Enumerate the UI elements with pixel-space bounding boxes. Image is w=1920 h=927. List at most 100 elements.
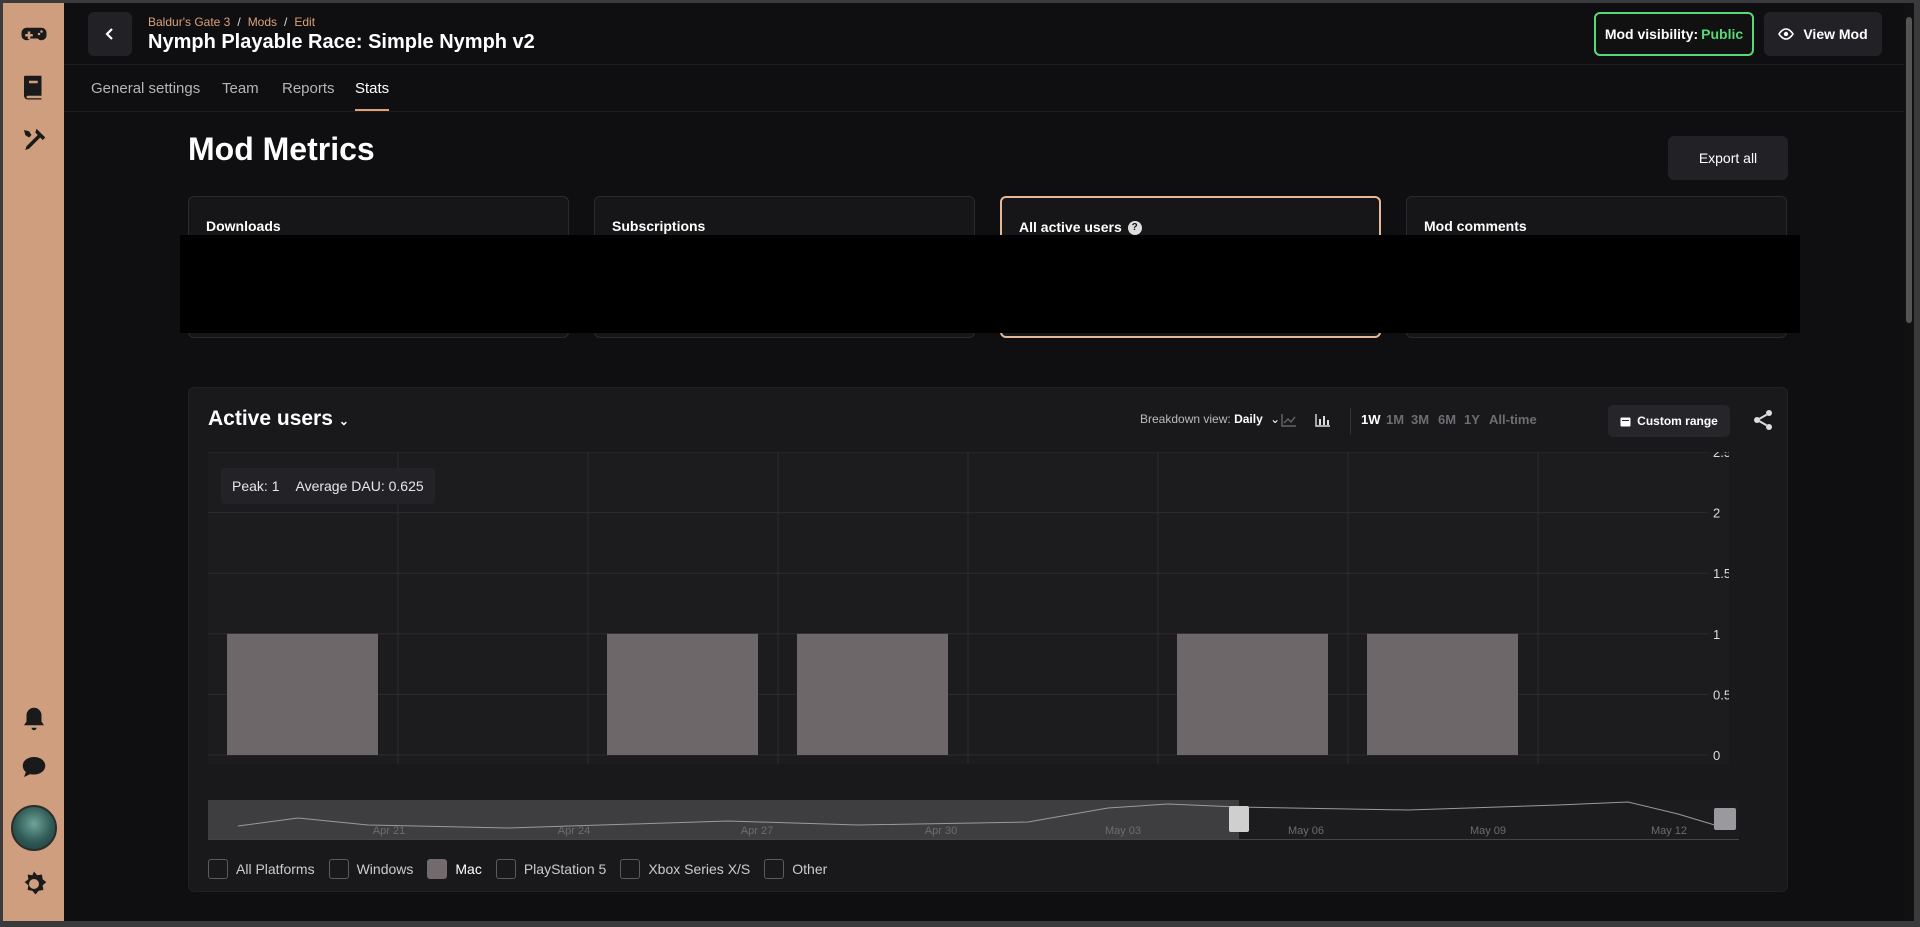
line-chart-icon[interactable] xyxy=(1281,413,1297,427)
checkbox[interactable] xyxy=(427,859,448,879)
chart-bar xyxy=(797,633,948,755)
chart-bar xyxy=(1367,633,1518,755)
scroll-thumb[interactable] xyxy=(1906,17,1912,323)
legend-other[interactable]: Other xyxy=(764,859,827,879)
navigator-mask xyxy=(208,800,1239,840)
bar-chart-icon[interactable] xyxy=(1315,413,1331,427)
peak-value: Peak: 1 xyxy=(232,478,280,494)
y-tick-label: 1 xyxy=(1713,627,1720,642)
y-tick-label: 0.5 xyxy=(1713,687,1729,702)
tab-stats[interactable]: Stats xyxy=(355,80,390,111)
help-icon[interactable]: ? xyxy=(1127,221,1142,236)
chevron-left-icon xyxy=(105,28,113,40)
tab-team[interactable]: Team xyxy=(222,80,259,109)
navigator-handle-left xyxy=(1229,806,1249,832)
navigator-label: Apr 21 xyxy=(373,825,405,837)
divider xyxy=(1350,408,1351,434)
legend-label: Other xyxy=(792,861,828,877)
page-title: Nymph Playable Race: Simple Nymph v2 xyxy=(148,31,535,53)
chart-svg: 00.511.522.5May 05May 06May 07May 08May … xyxy=(208,452,1729,764)
range-6m[interactable]: 6M xyxy=(1438,412,1456,427)
book-icon[interactable] xyxy=(17,70,51,104)
chart-bar xyxy=(1177,633,1328,755)
range-all-time[interactable]: All-time xyxy=(1489,412,1537,427)
breadcrumb-mods[interactable]: Mods xyxy=(248,15,277,29)
eye-icon xyxy=(1778,28,1795,40)
y-tick-label: 1.5 xyxy=(1713,566,1729,581)
breakdown-label: Breakdown view: xyxy=(1140,412,1231,426)
export-all-button[interactable]: Export all xyxy=(1668,136,1788,180)
range-3m[interactable]: 3M xyxy=(1411,412,1429,427)
modio-logo-icon[interactable] xyxy=(17,867,51,901)
checkbox[interactable] xyxy=(328,859,349,879)
chevron-down-icon: ⌄ xyxy=(1270,412,1281,426)
legend-all-platforms[interactable]: All Platforms xyxy=(208,859,315,879)
range-1y[interactable]: 1Y xyxy=(1464,412,1480,427)
navigator-handle-right xyxy=(1714,808,1736,830)
navigator-label: May 06 xyxy=(1288,825,1324,837)
navigator-label: Apr 27 xyxy=(741,825,773,837)
legend-label: Xbox Series X/S xyxy=(648,861,751,877)
content-title: Mod Metrics xyxy=(188,131,375,167)
active-users-panel: Active users ⌄ Breakdown view: Daily ⌄ 1W… xyxy=(188,387,1788,892)
checkbox[interactable] xyxy=(764,859,785,879)
header: Baldur's Gate 3/Mods / Edit Nymph Playable… xyxy=(64,3,1914,65)
gamepad-icon[interactable] xyxy=(17,17,51,51)
back-button[interactable] xyxy=(88,12,132,56)
tools-icon[interactable] xyxy=(17,123,51,157)
bar-chart: 00.511.522.5May 05May 06May 07May 08May … xyxy=(208,452,1729,764)
scrollbar[interactable] xyxy=(1904,3,1914,921)
bell-icon[interactable] xyxy=(17,702,51,736)
legend-mac[interactable]: Mac xyxy=(427,859,482,879)
legend-label: Mac xyxy=(455,861,482,877)
navigator-label: Apr 30 xyxy=(925,825,957,837)
checkbox[interactable] xyxy=(620,859,641,879)
platform-legend: All Platforms Windows Mac PlayStation 5 … xyxy=(208,856,841,882)
checkbox[interactable] xyxy=(495,859,516,879)
legend-windows[interactable]: Windows xyxy=(328,859,413,879)
mod-visibility-button[interactable]: Mod visibility: Public xyxy=(1594,12,1754,56)
navigator-label: Apr 24 xyxy=(558,825,590,837)
breakdown-value: Daily xyxy=(1234,412,1263,426)
chevron-down-icon: ⌄ xyxy=(338,414,349,428)
tab-general-settings[interactable]: General settings xyxy=(91,80,200,109)
range-navigator[interactable]: Apr 21 Apr 24 Apr 27 Apr 30 May 03 May 06 May … xyxy=(208,800,1739,840)
metric-dropdown[interactable]: Active users ⌄ xyxy=(208,407,349,431)
left-sidebar xyxy=(3,3,64,921)
card-label: Mod comments xyxy=(1424,218,1527,234)
chat-icon[interactable] xyxy=(17,750,51,784)
visibility-value: Public xyxy=(1701,26,1744,42)
main-area: Baldur's Gate 3/Mods / Edit Nymph Playable… xyxy=(64,3,1914,921)
view-mod-label: View Mod xyxy=(1803,26,1868,42)
navigator-label: May 12 xyxy=(1651,825,1687,837)
custom-range-button[interactable]: Custom range xyxy=(1608,405,1730,437)
redaction-block xyxy=(180,235,1800,333)
custom-range-label: Custom range xyxy=(1637,414,1718,428)
breadcrumb-edit[interactable]: Edit xyxy=(294,15,315,29)
legend-label: PlayStation 5 xyxy=(523,861,607,877)
checkbox[interactable] xyxy=(208,859,228,879)
card-label: Subscriptions xyxy=(612,218,706,234)
breakdown-view[interactable]: Breakdown view: Daily ⌄ xyxy=(1140,412,1280,426)
panel-title: Active users xyxy=(208,407,333,430)
legend-playstation-5[interactable]: PlayStation 5 xyxy=(495,859,607,879)
app-window: Baldur's Gate 3/Mods / Edit Nymph Playable… xyxy=(3,3,1914,921)
range-1m[interactable]: 1M xyxy=(1386,412,1404,427)
y-tick-label: 0 xyxy=(1713,748,1720,763)
navigator-label: May 09 xyxy=(1470,825,1506,837)
chart-summary: Peak: 1 Average DAU: 0.625 xyxy=(221,468,435,504)
navigator-label: May 03 xyxy=(1105,825,1141,837)
legend-xbox-series[interactable]: Xbox Series X/S xyxy=(620,859,750,879)
card-label: Downloads xyxy=(206,218,281,234)
navigator-svg: Apr 21 Apr 24 Apr 27 Apr 30 May 03 May 06 May … xyxy=(208,800,1739,840)
share-icon[interactable] xyxy=(1751,408,1775,432)
breadcrumb: Baldur's Gate 3/Mods / Edit xyxy=(148,15,316,29)
visibility-label: Mod visibility: xyxy=(1604,26,1699,42)
average-dau: Average DAU: 0.625 xyxy=(295,478,424,494)
avatar[interactable] xyxy=(11,805,57,851)
view-mod-button[interactable]: View Mod xyxy=(1764,12,1882,56)
breadcrumb-game[interactable]: Baldur's Gate 3 xyxy=(148,15,230,29)
y-tick-label: 2 xyxy=(1713,506,1720,521)
range-1w[interactable]: 1W xyxy=(1361,412,1381,427)
tab-reports[interactable]: Reports xyxy=(282,80,335,109)
